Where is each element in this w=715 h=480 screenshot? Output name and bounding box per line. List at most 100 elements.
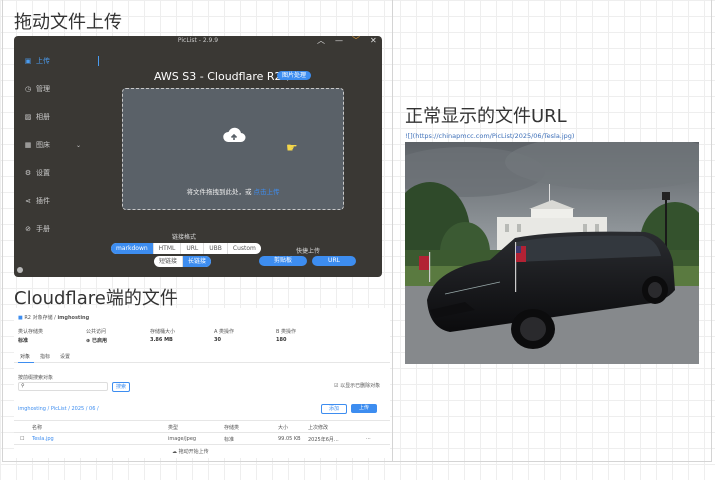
link-type-selector[interactable]: 短链接 长链接	[154, 256, 212, 267]
cloud-upload-icon	[223, 127, 246, 142]
stat-label: A 类操作	[214, 329, 235, 335]
info-icon[interactable]	[17, 267, 23, 273]
quick-upload-label: 快捷上传	[296, 248, 321, 255]
short-link-option[interactable]: 短链接	[154, 256, 184, 267]
stat-label: 存储桶大小	[150, 329, 176, 335]
stat-label: 类认存储类	[18, 329, 44, 335]
nav-label: 管理	[36, 85, 50, 93]
gear-icon: ⚙	[24, 169, 32, 177]
tab-metrics[interactable]: 指标	[40, 353, 50, 360]
bucket-icon: ■	[18, 315, 23, 321]
close-icon[interactable]: ✕	[370, 36, 377, 46]
minimize-icon[interactable]: —	[335, 36, 343, 46]
format-markdown[interactable]: markdown	[111, 243, 154, 254]
format-ubb[interactable]: UBB	[204, 243, 228, 254]
window-title: PicList - 2.9.9	[177, 37, 219, 44]
table-divider	[14, 432, 390, 433]
sidebar-item-manual[interactable]: ⊘ 手册	[24, 224, 50, 234]
upload-button[interactable]: 上传	[351, 404, 377, 413]
tab-objects[interactable]: 对象	[20, 353, 30, 360]
format-custom[interactable]: Custom	[228, 243, 261, 254]
nav-label: 上传	[36, 57, 50, 65]
search-input[interactable]: ⚲	[18, 382, 108, 391]
heading-normal-url: 正常显示的文件URL	[405, 106, 567, 127]
sidebar-item-settings[interactable]: ⚙ 设置	[24, 168, 50, 178]
active-tab-indicator	[18, 362, 34, 363]
format-html[interactable]: HTML	[154, 243, 182, 254]
breadcrumb-root[interactable]: R2 对象存储	[24, 315, 52, 321]
tab-settings[interactable]: 设置	[60, 353, 70, 360]
nav-label: 插件	[36, 197, 50, 205]
hand-cursor-icon: ☛	[286, 141, 298, 156]
show-deleted-checkbox[interactable]: ☑ 以显示已删除对象	[334, 382, 380, 389]
heading-drag-upload: 拖动文件上传	[14, 12, 122, 33]
upload-drop-zone[interactable]: ☛ 将文件拖拽到此处，或 点击上传	[122, 88, 344, 210]
chevron-down-icon[interactable]: ﹀	[352, 36, 360, 46]
url-upload-button[interactable]: URL	[312, 256, 356, 266]
search-icon: ⚲	[21, 383, 25, 389]
upload-icon: ▣	[24, 57, 32, 65]
breadcrumb: ■ R2 对象存储 / imghosting	[18, 315, 90, 321]
link-icon: ⊘	[25, 225, 31, 233]
long-link-option[interactable]: 长链接	[183, 256, 212, 267]
object-path[interactable]: imghosting / PicList / 2025 / 06 /	[18, 406, 99, 412]
heading-cloudflare-files: Cloudflare端的文件	[14, 288, 178, 309]
col-name: 名称	[32, 425, 43, 431]
more-icon[interactable]: ···	[366, 436, 371, 442]
col-type: 类型	[168, 425, 179, 431]
sidebar-item-manage[interactable]: ◷ 管理	[24, 84, 50, 94]
stat-value: ⊕ 已启用	[86, 338, 107, 344]
col-modified: 上次修改	[308, 425, 329, 431]
photo-illustration	[405, 142, 699, 364]
nav-label: 设置	[36, 169, 50, 177]
table-divider	[14, 420, 390, 421]
sidebar-item-plugins[interactable]: ⋖ 插件	[24, 196, 50, 206]
tab-divider	[14, 362, 390, 363]
image-url-text[interactable]: ![](https://chinapmcc.com/PicList/2025/0…	[405, 132, 574, 140]
drag-upload-hint: ☁ 拖动开始上传	[172, 449, 209, 455]
file-size: 99.05 KB	[278, 436, 301, 442]
cloudflare-r2-panel: ■ R2 对象存储 / imghosting 类认存储类 标准 公共访问 ⊕ 已…	[14, 308, 390, 458]
picbed-selector[interactable]: AWS S3 - Cloudflare R2 ▼	[154, 70, 290, 83]
table-divider	[14, 444, 390, 445]
nav-label: 手册	[36, 225, 50, 233]
nav-label: 图床	[36, 141, 50, 149]
chevron-up-icon[interactable]: ︿	[317, 36, 325, 46]
file-name[interactable]: Tesla.jpg	[32, 436, 54, 442]
format-url[interactable]: URL	[181, 243, 205, 254]
file-class: 标准	[224, 437, 235, 443]
file-modified: 2025年6月...	[308, 437, 339, 443]
tesla-limousine-image	[405, 142, 699, 364]
stat-value: 标准	[18, 338, 29, 344]
drop-hint: 将文件拖拽到此处，或 点击上传	[123, 186, 343, 196]
image-process-badge[interactable]: 图片处理	[277, 71, 311, 80]
checkbox-icon: ☑	[334, 383, 339, 389]
share-icon: ⋖	[25, 197, 31, 205]
stat-value: 30	[214, 337, 221, 343]
nav-separator	[98, 56, 99, 66]
stat-label: 公共访问	[86, 329, 107, 335]
sidebar-item-picbed[interactable]: ▦ 图床 ⌄	[24, 140, 81, 150]
image-icon: ▨	[24, 113, 32, 121]
picbed-name: AWS S3 - Cloudflare R2	[154, 70, 282, 83]
sidebar-item-gallery[interactable]: ▨ 相册	[24, 112, 50, 122]
piclist-window: PicList - 2.9.9 ︿ — ﹀ ✕ ▣ 上传 ◷ 管理 ▨ 相册 ▦ 图床 ⌄…	[14, 36, 382, 277]
stat-value: 180	[276, 337, 287, 343]
clock-icon: ◷	[24, 85, 32, 93]
clipboard-upload-button[interactable]: 剪贴板	[259, 256, 307, 266]
search-button[interactable]: 搜索	[112, 382, 130, 392]
col-class: 存储类	[224, 425, 240, 431]
chevron-down-icon: ⌄	[76, 141, 82, 149]
nav-label: 相册	[36, 113, 50, 121]
file-type: image/jpeg	[168, 436, 197, 442]
link-format-label: 链接格式	[172, 234, 197, 241]
sidebar-item-upload[interactable]: ▣ 上传	[24, 56, 50, 66]
add-folder-button[interactable]: 添加	[321, 404, 347, 414]
grid-icon: ▦	[24, 141, 32, 149]
col-size: 大小	[278, 425, 289, 431]
click-upload-link[interactable]: 点击上传	[254, 188, 280, 196]
stat-value-text: 已启用	[91, 338, 107, 344]
row-checkbox[interactable]: ☐	[20, 436, 24, 442]
footer-text: 拖动开始上传	[178, 449, 209, 455]
link-format-selector[interactable]: markdown HTML URL UBB Custom	[111, 243, 261, 254]
